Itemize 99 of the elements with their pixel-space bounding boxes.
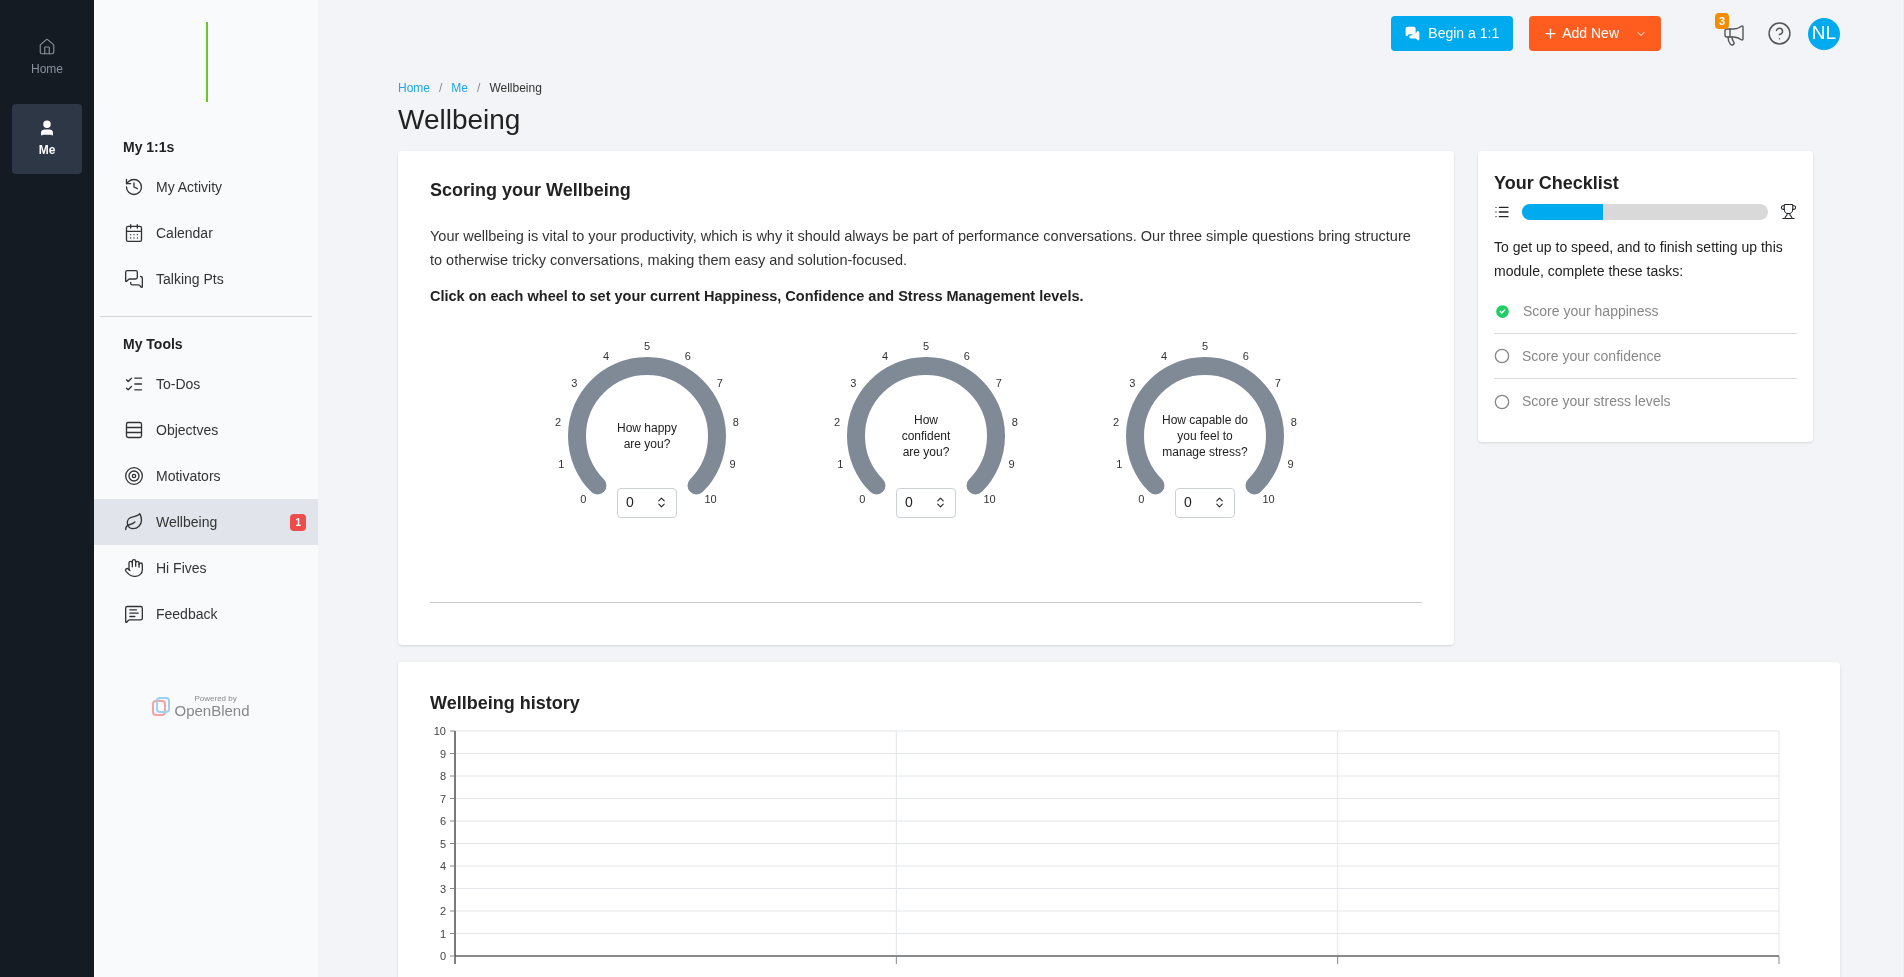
chat-bubbles-icon bbox=[124, 269, 144, 289]
checklist-icon bbox=[124, 374, 144, 394]
gauge-tick-label: 4 bbox=[603, 350, 610, 362]
card-title: Your Checklist bbox=[1494, 172, 1620, 195]
checklist-task[interactable]: Score your happiness bbox=[1494, 289, 1797, 334]
checklist-intro: To get up to speed, and to finish setting up this module, complete these tasks: bbox=[1494, 238, 1784, 281]
sidebar-item[interactable]: Calendar bbox=[94, 210, 318, 256]
brand-logo-icon bbox=[152, 696, 171, 717]
page-title: Wellbeing bbox=[398, 103, 522, 137]
gauge-tick-label: 2 bbox=[1113, 416, 1120, 428]
breadcrumb-separator: / bbox=[477, 80, 481, 97]
y-tick-label: 6 bbox=[439, 815, 446, 827]
gauge-tick-label: 2 bbox=[834, 416, 841, 428]
section-heading: My Tools bbox=[122, 334, 184, 354]
gauge-tick-label: 8 bbox=[1290, 416, 1297, 428]
sidebar-item[interactable]: Objectves bbox=[94, 407, 318, 453]
target-icon bbox=[124, 466, 144, 486]
gauge-question: How capable do you feel to manage stress? bbox=[1160, 411, 1250, 460]
gauge-tick-label: 4 bbox=[882, 350, 889, 362]
person-icon bbox=[38, 119, 56, 137]
help-icon[interactable] bbox=[1767, 21, 1792, 46]
hand-icon bbox=[124, 558, 144, 578]
powered-by-label: Powered by bbox=[194, 695, 238, 703]
stepper-icon bbox=[934, 496, 947, 510]
gauge-tick-label: 7 bbox=[716, 377, 723, 389]
notification-badge: 3 bbox=[1715, 12, 1730, 29]
gauge-tick-label: 10 bbox=[983, 493, 996, 505]
leaf-icon bbox=[124, 512, 144, 532]
sidebar-item[interactable]: Feedback bbox=[94, 591, 318, 637]
y-tick-label: 3 bbox=[439, 882, 446, 895]
gauge-tick-label: 1 bbox=[558, 458, 565, 470]
gauge-tick-label: 6 bbox=[1242, 350, 1249, 362]
message-icon bbox=[124, 604, 144, 624]
gauge-tick-label: 8 bbox=[1011, 416, 1018, 428]
gauge-tick-label: 7 bbox=[1274, 377, 1281, 389]
gauge-tick-label: 5 bbox=[922, 340, 930, 352]
score-select[interactable]: 0 bbox=[617, 487, 677, 518]
gauge-tick-label: 9 bbox=[1287, 458, 1294, 470]
gauge-tick-label: 3 bbox=[850, 377, 857, 389]
breadcrumb-separator: / bbox=[439, 80, 443, 97]
gauge-tick-label: 1 bbox=[1116, 458, 1123, 470]
sidebar-item[interactable]: Hi Fives bbox=[94, 545, 318, 591]
card-title: Wellbeing history bbox=[430, 692, 581, 715]
gauge-tick-label: 4 bbox=[1161, 350, 1168, 362]
rows-icon bbox=[124, 420, 144, 440]
gauge-tick-label: 10 bbox=[1262, 493, 1275, 505]
y-tick-label: 1 bbox=[439, 927, 446, 940]
home-icon bbox=[38, 38, 56, 56]
y-tick-label: 0 bbox=[439, 950, 446, 962]
sidebar-item[interactable]: Talking Pts bbox=[94, 256, 318, 302]
stepper-icon bbox=[1213, 496, 1226, 510]
gauge-question: How confident are you? bbox=[900, 411, 952, 460]
gauge-tick-label: 3 bbox=[1129, 377, 1136, 389]
gauge-tick-label: 9 bbox=[1008, 458, 1015, 470]
gauge-tick-label: 0 bbox=[580, 493, 587, 505]
score-select[interactable]: 0 bbox=[1175, 487, 1235, 518]
chat-bubbles-icon bbox=[1405, 26, 1421, 41]
y-tick-label: 10 bbox=[433, 725, 446, 737]
gauge-tick-label: 7 bbox=[995, 377, 1002, 389]
sidebar-item[interactable]: To-Dos bbox=[94, 361, 318, 407]
gauge-tick-label: 2 bbox=[555, 416, 562, 428]
intro-paragraph: Your wellbeing is vital to your productivity, which is why it should always be part of performance conversations. Our three simple questions bring structure to otherwise tricky conversations, making them easy and solution-focused. bbox=[430, 227, 1412, 270]
history-icon bbox=[124, 177, 144, 197]
sidebar-item[interactable]: My Activity bbox=[94, 164, 318, 210]
y-tick-label: 2 bbox=[439, 905, 446, 917]
instruction-text: Click on each wheel to set your current Happiness, Confidence and Stress Management levels. bbox=[430, 287, 1085, 306]
gauge-tick-label: 3 bbox=[571, 377, 578, 389]
gauge-tick-label: 5 bbox=[1201, 340, 1209, 352]
y-tick-label: 7 bbox=[439, 792, 446, 805]
gauge-tick-label: 6 bbox=[684, 350, 691, 362]
breadcrumb-current: Wellbeing bbox=[489, 80, 542, 97]
y-tick-label: 8 bbox=[439, 770, 446, 782]
gauge-tick-label: 5 bbox=[643, 340, 651, 352]
trophy-icon bbox=[1780, 203, 1797, 220]
card-title: Scoring your Wellbeing bbox=[430, 179, 632, 202]
section-heading: My 1:1s bbox=[122, 137, 176, 157]
y-tick-label: 9 bbox=[439, 747, 446, 760]
plus-icon bbox=[1543, 26, 1559, 41]
brand-name: OpenBlend bbox=[174, 703, 250, 718]
gauge-tick-label: 6 bbox=[963, 350, 970, 362]
score-select[interactable]: 0 bbox=[896, 487, 956, 518]
gauge-tick-label: 9 bbox=[729, 458, 736, 470]
sidebar-item[interactable]: Wellbeing 1 bbox=[94, 499, 318, 545]
gauge-tick-label: 1 bbox=[837, 458, 844, 470]
gauge-tick-label: 8 bbox=[732, 416, 739, 428]
y-tick-label: 4 bbox=[439, 860, 446, 872]
rail-item[interactable]: Home bbox=[12, 34, 82, 82]
sidebar-item[interactable]: Motivators bbox=[94, 453, 318, 499]
calendar-icon bbox=[124, 223, 144, 243]
count-badge: 1 bbox=[290, 513, 306, 531]
checklist-task[interactable]: Score your stress levels bbox=[1494, 379, 1797, 424]
checklist-task[interactable]: Score your confidence bbox=[1494, 334, 1797, 379]
gauge-tick-label: 0 bbox=[1138, 493, 1145, 505]
y-tick-label: 5 bbox=[439, 837, 446, 850]
stepper-icon bbox=[655, 496, 668, 510]
gauge-tick-label: 0 bbox=[859, 493, 866, 505]
gauge-tick-label: 10 bbox=[704, 493, 717, 505]
rail-item[interactable]: Me bbox=[12, 104, 82, 174]
gauge-question: How happy are you? bbox=[615, 419, 678, 452]
